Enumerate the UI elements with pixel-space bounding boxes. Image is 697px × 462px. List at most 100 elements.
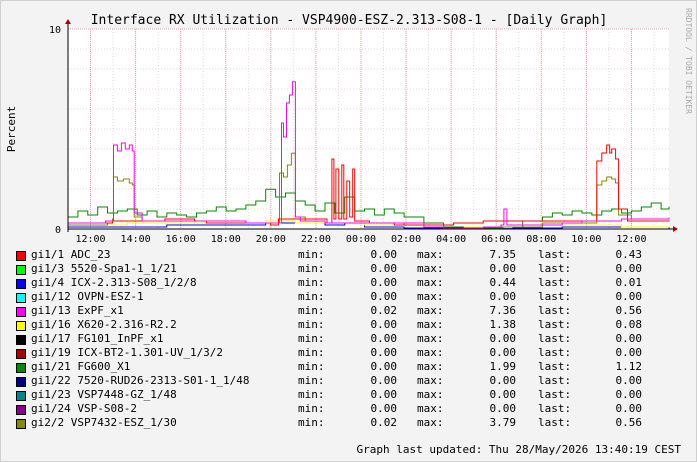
legend-min-label: min: <box>298 262 325 275</box>
legend-series-name: gi1/19 ICX-BT2-1.301-UV_1/3/2 <box>31 346 224 359</box>
legend-max-value: 7.35 <box>489 248 517 261</box>
legend-max-label: max: <box>417 290 444 303</box>
legend-last-label: last: <box>538 262 572 275</box>
legend-min-value: 0.00 <box>370 276 398 289</box>
legend-swatch <box>16 251 26 261</box>
legend-max-label: max: <box>417 276 444 289</box>
legend-series-name: gi1/1 ADC_23 <box>31 248 111 261</box>
legend-swatch <box>16 279 26 289</box>
legend-last-value: 0.00 <box>615 388 643 401</box>
y-tick-label: 0 <box>55 225 61 236</box>
legend-min-label: min: <box>298 374 325 387</box>
legend-swatch <box>16 405 26 415</box>
legend-max-label: max: <box>417 402 444 415</box>
legend-last-value: 0.56 <box>615 416 643 429</box>
legend-last-label: last: <box>538 388 572 401</box>
x-tick-label: 12:00 <box>616 234 646 245</box>
y-axis-label: Percent <box>5 106 18 152</box>
legend-max-label: max: <box>417 374 444 387</box>
legend-max-value: 3.79 <box>489 416 517 429</box>
legend-last-value: 0.00 <box>615 346 643 359</box>
legend-min-label: min: <box>298 248 325 261</box>
legend-last-label: last: <box>538 332 572 345</box>
legend-min-label: min: <box>298 346 325 359</box>
x-tick-label: 18:00 <box>211 234 241 245</box>
legend-min-value: 0.00 <box>370 318 398 331</box>
legend-max-value: 7.36 <box>489 304 517 317</box>
legend-last-value: 0.01 <box>615 276 643 289</box>
legend-swatch <box>16 363 26 373</box>
legend-min-label: min: <box>298 360 325 373</box>
legend-min-value: 0.00 <box>370 388 398 401</box>
legend-last-label: last: <box>538 318 572 331</box>
legend-min-label: min: <box>298 290 325 303</box>
legend-max-value: 0.00 <box>489 332 517 345</box>
graph-frame: Interface RX Utilization - VSP4900-ESZ-2… <box>0 0 697 462</box>
x-tick-label: 08:00 <box>526 234 556 245</box>
legend-max-value: 0.00 <box>489 290 517 303</box>
legend-swatch <box>16 377 26 387</box>
legend-last-value: 0.08 <box>615 318 643 331</box>
legend-max-label: max: <box>417 416 444 429</box>
last-updated-footer: Graph last updated: Thu 28/May/2026 13:4… <box>356 443 681 456</box>
legend-min-label: min: <box>298 402 325 415</box>
legend-min-label: min: <box>298 332 325 345</box>
legend-series-name: gi1/12 OVPN-ESZ-1 <box>31 290 144 303</box>
legend-last-label: last: <box>538 402 572 415</box>
legend-last-value: 0.00 <box>615 332 643 345</box>
legend-min-label: min: <box>298 388 325 401</box>
legend-swatch <box>16 391 26 401</box>
legend-swatch <box>16 335 26 345</box>
legend-series-name: gi1/23 VSP7448-GZ_1/48 <box>31 388 177 401</box>
legend-max-value: 0.00 <box>489 262 517 275</box>
legend-last-value: 0.00 <box>615 290 643 303</box>
legend-last-value: 1.12 <box>615 360 643 373</box>
legend-max-value: 1.99 <box>489 360 517 373</box>
legend-last-label: last: <box>538 346 572 359</box>
legend-min-value: 0.00 <box>370 402 398 415</box>
legend-min-value: 0.00 <box>370 248 398 261</box>
legend-min-value: 0.00 <box>370 346 398 359</box>
legend-last-label: last: <box>538 276 572 289</box>
legend-series-name: gi1/16 X620-2.316-R2.2 <box>31 318 177 331</box>
x-tick-label: 10:00 <box>571 234 601 245</box>
legend-last-label: last: <box>538 304 572 317</box>
x-tick-label: 14:00 <box>121 234 151 245</box>
legend-max-label: max: <box>417 332 444 345</box>
legend-max-label: max: <box>417 346 444 359</box>
x-tick-label: 02:00 <box>391 234 421 245</box>
legend-last-label: last: <box>538 374 572 387</box>
legend-min-value: 0.00 <box>370 262 398 275</box>
legend-swatch <box>16 349 26 359</box>
legend-max-label: max: <box>417 318 444 331</box>
legend-max-label: max: <box>417 248 444 261</box>
legend-swatch <box>16 307 26 317</box>
legend-max-value: 0.00 <box>489 388 517 401</box>
x-tick-label: 16:00 <box>166 234 196 245</box>
legend-max-value: 0.00 <box>489 346 517 359</box>
legend-max-value: 0.00 <box>489 402 517 415</box>
y-axis-arrow <box>65 19 71 24</box>
legend-min-label: min: <box>298 276 325 289</box>
legend-last-label: last: <box>538 290 572 303</box>
legend-last-value: 0.00 <box>615 374 643 387</box>
x-axis-arrow <box>673 226 678 232</box>
legend-swatch <box>16 293 26 303</box>
legend-max-label: max: <box>417 304 444 317</box>
legend-last-value: 0.56 <box>615 304 643 317</box>
legend-series-name: gi1/17 FG101_InPF_x1 <box>31 332 164 345</box>
legend-min-value: 0.02 <box>370 416 398 429</box>
legend-min-label: min: <box>298 318 325 331</box>
y-tick-label: 10 <box>49 25 61 36</box>
x-tick-label: 04:00 <box>436 234 466 245</box>
legend-series-name: gi1/22 7520-RUD26-2313-S01-1_1/48 <box>31 374 250 387</box>
legend-max-value: 1.38 <box>489 318 517 331</box>
legend-series-name: gi1/21 FG600_X1 <box>31 360 131 373</box>
legend-max-value: 0.44 <box>489 276 517 289</box>
legend-last-value: 0.43 <box>615 248 643 261</box>
legend-max-label: max: <box>417 360 444 373</box>
legend-min-value: 0.02 <box>370 304 398 317</box>
legend-min-value: 0.00 <box>370 374 398 387</box>
x-tick-label: 12:00 <box>75 234 105 245</box>
legend-last-value: 0.00 <box>615 402 643 415</box>
